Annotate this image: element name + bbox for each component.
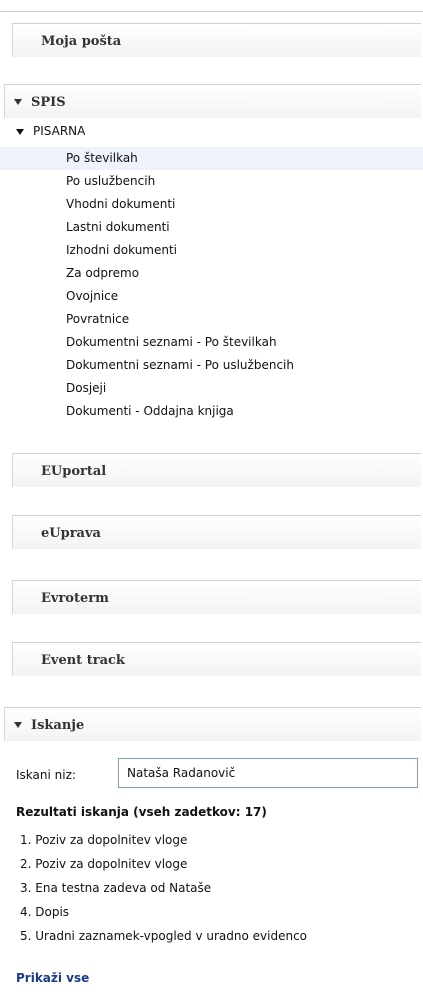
tree-item[interactable]: Povratnice	[0, 308, 423, 331]
tree-node-label: PISARNA	[33, 124, 86, 138]
expand-arrow-icon[interactable]	[14, 99, 22, 105]
panel-label: Evroterm	[41, 591, 109, 606]
result-link[interactable]: 5. Uradni zaznamek-vpogled v uradno evid…	[20, 924, 307, 948]
panel-label: SPIS	[31, 95, 66, 110]
tree-item[interactable]: Po številkah	[0, 147, 423, 170]
result-link[interactable]: 1. Poziv za dopolnitev vloge	[20, 828, 307, 852]
panel-label: eUprava	[41, 526, 101, 541]
tree-item[interactable]: Dosjeji	[0, 377, 423, 400]
tree-item[interactable]: Dokumentni seznami - Po številkah	[0, 331, 423, 354]
tree-item[interactable]: Vhodni dokumenti	[0, 193, 423, 216]
tree-item[interactable]: Dokumentni seznami - Po uslužbencih	[0, 354, 423, 377]
panel-euprava[interactable]: eUprava	[12, 515, 421, 549]
top-divider	[0, 11, 423, 12]
tree-item[interactable]: Lastni dokumenti	[0, 216, 423, 239]
panel-moja-posta[interactable]: Moja pošta	[12, 23, 421, 57]
panel-spis[interactable]: SPIS	[4, 84, 421, 118]
panel-label: Iskanje	[31, 718, 85, 733]
panel-event-track[interactable]: Event track	[12, 642, 421, 676]
show-all-link[interactable]: Prikaži vse	[16, 971, 89, 985]
tree-items: Po številkah Po uslužbencih Vhodni dokum…	[0, 147, 423, 423]
results-list: 1. Poziv za dopolnitev vloge 2. Poziv za…	[20, 828, 307, 948]
panel-label: EUportal	[41, 464, 107, 479]
tree-item[interactable]: Izhodni dokumenti	[0, 239, 423, 262]
search-input[interactable]	[118, 758, 418, 788]
tree-item[interactable]: Dokumenti - Oddajna knjiga	[0, 400, 423, 423]
panel-euportal[interactable]: EUportal	[12, 453, 421, 487]
search-label: Iskani niz:	[16, 768, 76, 782]
tree-item[interactable]: Za odpremo	[0, 262, 423, 285]
result-link[interactable]: 2. Poziv za dopolnitev vloge	[20, 852, 307, 876]
tree-item[interactable]: Po uslužbencih	[0, 170, 423, 193]
panel-evroterm[interactable]: Evroterm	[12, 580, 421, 614]
expand-arrow-icon[interactable]	[14, 722, 22, 728]
expand-arrow-icon[interactable]	[16, 129, 24, 135]
result-link[interactable]: 3. Ena testna zadeva od Nataše	[20, 876, 307, 900]
results-title: Rezultati iskanja (vseh zadetkov: 17)	[16, 805, 267, 819]
result-link[interactable]: 4. Dopis	[20, 900, 307, 924]
panel-label: Event track	[41, 653, 125, 668]
tree-item[interactable]: Ovojnice	[0, 285, 423, 308]
panel-iskanje[interactable]: Iskanje	[4, 707, 421, 741]
panel-label: Moja pošta	[41, 34, 122, 49]
